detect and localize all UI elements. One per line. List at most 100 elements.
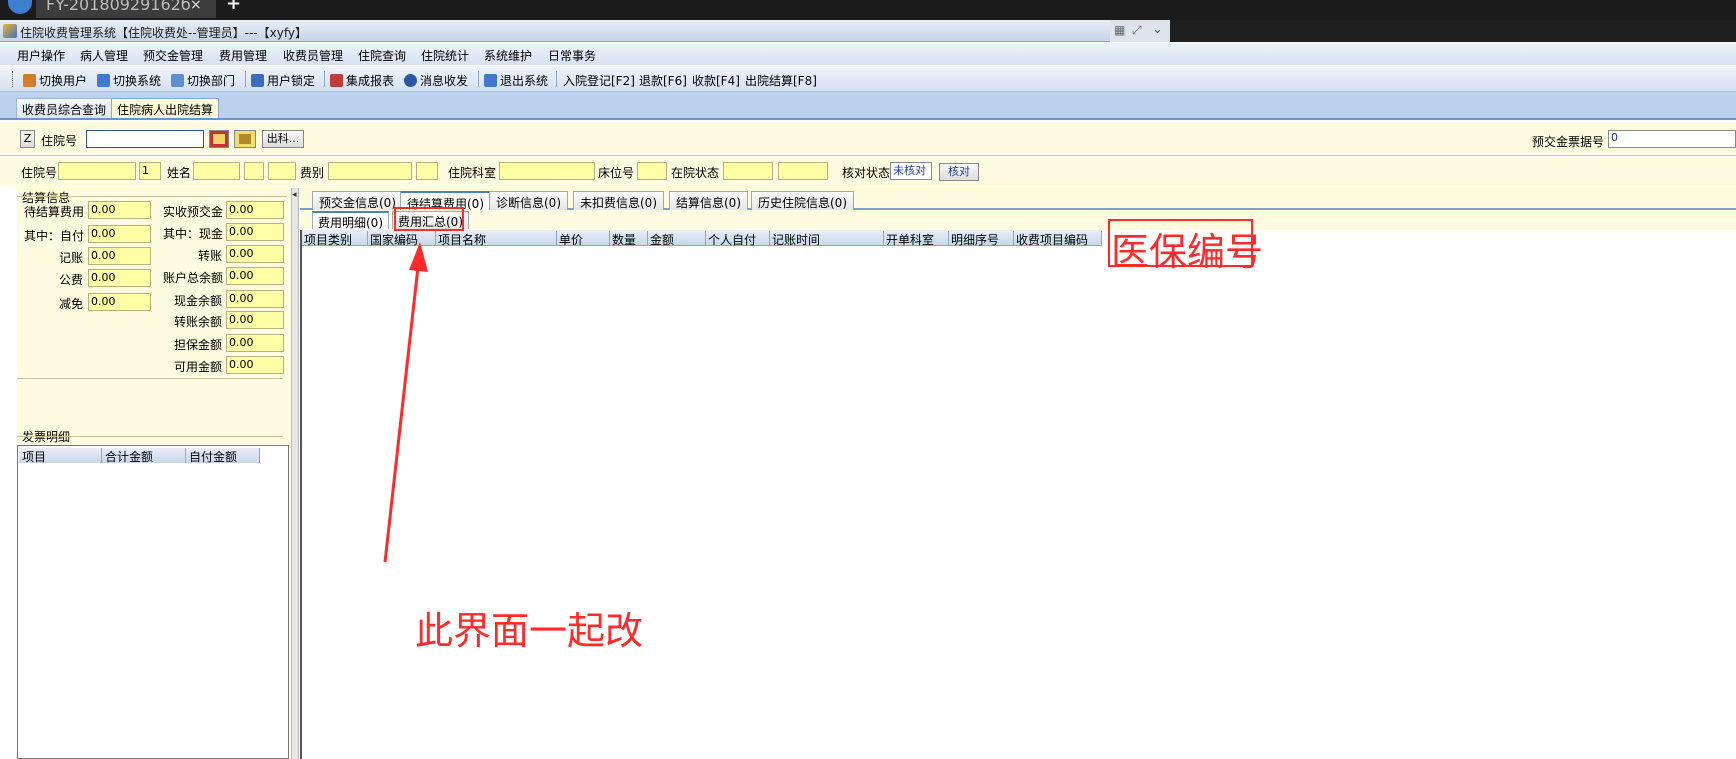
key-toggle-button[interactable]: Z [20, 130, 35, 148]
invoice-column-self-pay[interactable]: 自付金额 [186, 448, 260, 464]
menu-bar: 用户操作 病人管理 预交金管理 费用管理 收费员管理 住院查询 住院统计 系统维… [0, 43, 1736, 65]
toolbar: 切换用户 切换系统 切换部门 用户锁定 集成报表 消息收发 退出系统 入院登记[… [0, 66, 1736, 92]
switch-department-button[interactable]: 切换部门 [171, 72, 235, 89]
menu-inpatient-query[interactable]: 住院查询 [358, 47, 406, 64]
age-field[interactable] [268, 162, 296, 180]
detail-tabs: 预交金信息(0) 待结算费用(0) 诊断信息(0) 未扣费信息(0) 结算信息(… [300, 188, 1736, 211]
switch-user-button[interactable]: 切换用户 [23, 72, 87, 89]
charge-account-field: 0.00 [88, 247, 151, 265]
column-self-pay[interactable]: 个人自付 [706, 231, 770, 247]
users-icon [23, 74, 36, 87]
tab-history-info[interactable]: 历史住院信息(0) [751, 191, 854, 210]
fee-type-code-field[interactable] [416, 162, 438, 180]
broom-icon [239, 134, 251, 144]
column-fee-item-code[interactable]: 收费项目编码 [1014, 231, 1102, 247]
column-ordering-dept[interactable]: 开单科室 [884, 231, 949, 247]
exit-icon [484, 74, 497, 87]
discharge-button[interactable]: 出科... [262, 130, 304, 148]
deposit-received-field: 0.00 [226, 201, 284, 219]
discharge-settlement-button[interactable]: 出院结算[F8] [745, 72, 817, 89]
self-pay-field: 0.00 [88, 225, 151, 243]
exit-system-button[interactable]: 退出系统 [484, 72, 548, 89]
name-field[interactable] [193, 162, 240, 180]
tab-fee-detail[interactable]: 费用明细(0) [312, 211, 389, 230]
annotation-highlight-summary-tab [394, 207, 464, 231]
patient-inpatient-no-field[interactable] [58, 162, 136, 180]
switch-system-button[interactable]: 切换系统 [97, 72, 161, 89]
collapse-left-icon[interactable]: ◂ [292, 190, 297, 200]
fee-detail-grid[interactable] [300, 230, 1736, 759]
department-field[interactable] [499, 162, 595, 180]
switch-system-icon [97, 74, 110, 87]
column-detail-seq[interactable]: 明细序号 [949, 231, 1014, 247]
invoice-detail-table[interactable]: 项目 合计金额 自付金额 [17, 445, 289, 759]
card-icon [213, 134, 225, 144]
clear-button[interactable] [234, 130, 256, 148]
check-status-label: 核对状态 [842, 166, 891, 180]
patient-inpatient-no-label: 住院号 [21, 166, 58, 180]
fullscreen-icon[interactable]: ⤢ [1132, 23, 1142, 38]
browser-tab-title: FY-20180929162б [46, 0, 191, 14]
bed-no-field[interactable] [637, 162, 667, 180]
tab-deposit-info[interactable]: 预交金信息(0) [312, 191, 403, 210]
cash-balance-label: 现金余额 [174, 294, 223, 308]
search-row: Z 住院号 出科... 预交金票据号 0 [0, 122, 1736, 156]
chevron-down-icon[interactable]: ⌄ [1152, 22, 1163, 37]
menu-cashier-mgmt[interactable]: 收费员管理 [283, 47, 343, 64]
menu-fee-mgmt[interactable]: 费用管理 [219, 47, 267, 64]
window-title: 住院收费管理系统【住院收费处--管理员】---【xyfy】 [20, 26, 307, 40]
menu-inpatient-stats[interactable]: 住院统计 [421, 47, 469, 64]
guarantee-amount-field: 0.00 [226, 334, 284, 352]
inpatient-status-field[interactable] [723, 162, 773, 180]
add-tab-icon[interactable]: + [226, 0, 241, 13]
menu-patient-mgmt[interactable]: 病人管理 [80, 47, 128, 64]
column-posting-time[interactable]: 记账时间 [770, 231, 884, 247]
tab-cashier-query[interactable]: 收费员综合查询 [16, 98, 113, 118]
column-quantity[interactable]: 数量 [610, 231, 648, 247]
browser-tab[interactable]: FY-20180929162б [36, 0, 216, 18]
grid-icon[interactable]: ▦ [1114, 23, 1125, 37]
message-icon [404, 74, 417, 87]
menu-daily-tasks[interactable]: 日常事务 [548, 47, 596, 64]
document-tabs: 收费员综合查询 住院病人出院结算 [0, 92, 1736, 120]
invoice-divider [17, 436, 283, 437]
deposit-receipt-label: 预交金票据号 [1532, 135, 1605, 149]
column-amount[interactable]: 金额 [648, 231, 706, 247]
toolbar-separator [324, 71, 325, 87]
discount-label: 减免 [59, 297, 84, 311]
invoice-column-total[interactable]: 合计金额 [102, 448, 186, 464]
admission-times-field[interactable]: 1 [139, 162, 161, 180]
tab-diagnosis-info[interactable]: 诊断信息(0) [489, 191, 568, 210]
menu-system-maint[interactable]: 系统维护 [484, 47, 532, 64]
tab-settlement-info[interactable]: 结算信息(0) [669, 191, 748, 210]
deposit-receipt-input[interactable]: 0 [1608, 130, 1736, 148]
integrated-report-button[interactable]: 集成报表 [330, 72, 394, 89]
self-pay-label: 其中：自付 [24, 229, 85, 243]
collect-payment-button[interactable]: 收款[F4] [692, 72, 740, 89]
pending-fee-label: 待结算费用 [24, 205, 85, 219]
gender-field[interactable] [244, 162, 264, 180]
tab-undeducted-info[interactable]: 未扣费信息(0) [573, 191, 664, 210]
admission-register-button[interactable]: 入院登记[F2] [563, 72, 635, 89]
lock-user-button[interactable]: 用户锁定 [251, 72, 315, 89]
column-item-name[interactable]: 项目名称 [436, 231, 557, 247]
menu-deposit-mgmt[interactable]: 预交金管理 [143, 47, 203, 64]
fee-type-field[interactable] [328, 162, 412, 180]
invoice-column-item[interactable]: 项目 [19, 448, 102, 464]
card-reader-button[interactable] [209, 130, 229, 148]
inpatient-no-search-input[interactable] [86, 130, 204, 148]
inpatient-status-extra-field[interactable] [778, 162, 828, 180]
column-unit-price[interactable]: 单价 [557, 231, 610, 247]
toolbar-separator [556, 71, 557, 87]
close-tab-icon[interactable]: × [190, 0, 202, 12]
panel-splitter[interactable]: ◂ [291, 188, 299, 759]
refund-button[interactable]: 退款[F6] [639, 72, 687, 89]
menu-user-ops[interactable]: 用户操作 [17, 47, 65, 64]
column-item-category[interactable]: 项目类别 [302, 231, 368, 247]
messaging-button[interactable]: 消息收发 [404, 72, 468, 89]
fee-sub-tabs: 费用明细(0) 费用汇总(0) [300, 210, 1736, 230]
department-icon [171, 74, 184, 87]
tab-discharge-settlement[interactable]: 住院病人出院结算 [111, 98, 220, 118]
window-controls: ▦ ⤢ ⌄ [1110, 20, 1170, 42]
check-button[interactable]: 核对 [939, 163, 979, 181]
